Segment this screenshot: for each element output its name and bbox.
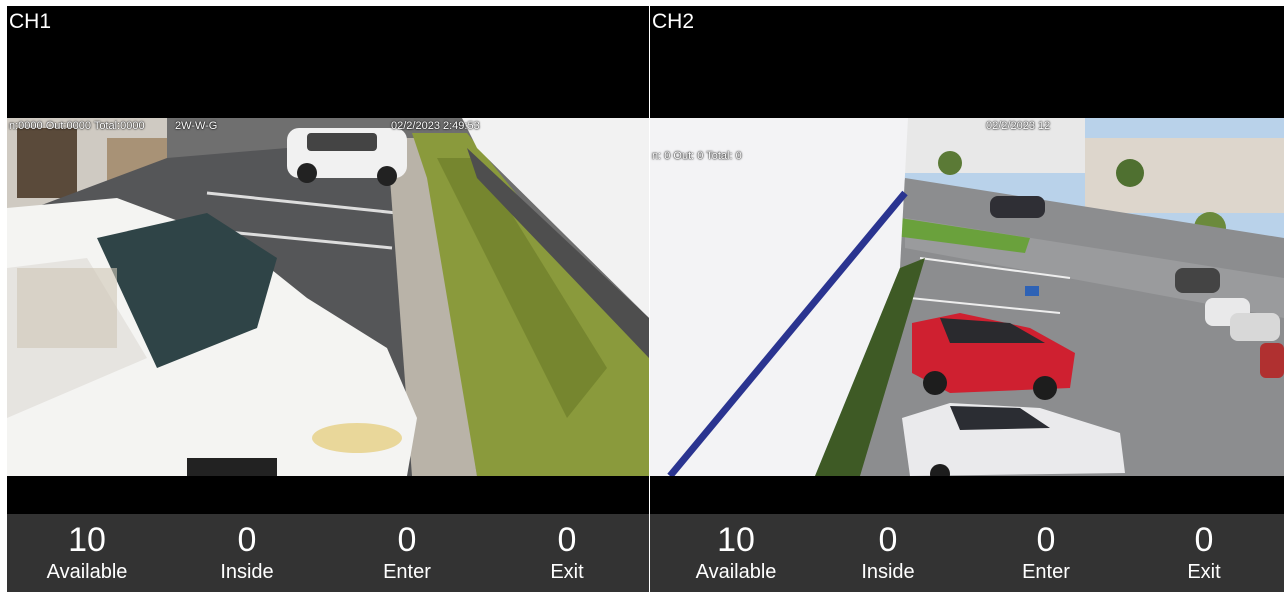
stat-label: Available — [695, 561, 777, 583]
stat-inside: 0 Inside — [167, 514, 327, 584]
stat-label: Available — [46, 561, 128, 583]
camera-feed-1-image — [7, 118, 649, 476]
channel-label: CH1 — [9, 10, 52, 33]
stat-value: 0 — [557, 521, 577, 559]
channel-1-tile[interactable]: CH1 n:0000 Out:0000 Total:0000 2W-W-G 02… — [7, 6, 649, 592]
stats-bar: 10 Available 0 Inside 0 Enter 0 Exit — [7, 514, 649, 592]
stat-value: 0 — [237, 521, 257, 559]
dvr-multiview: CH1 n:0000 Out:0000 Total:0000 2W-W-G 02… — [0, 0, 1284, 592]
camera-feed-2[interactable]: n: 0 Out: 0 Total: 0 02/2/2023 12 — [650, 118, 1284, 476]
stat-value: 10 — [68, 521, 106, 559]
osd-datetime: 02/2/2023 12 — [986, 120, 1051, 132]
stat-value: 0 — [397, 521, 417, 559]
stat-label: Enter — [1022, 561, 1070, 583]
stat-available: 10 Available — [7, 514, 167, 584]
stat-available: 10 Available — [656, 514, 816, 584]
stat-value: 10 — [717, 521, 755, 559]
stat-label: Inside — [220, 561, 274, 583]
osd-counter: n: 0 Out: 0 Total: 0 — [652, 150, 742, 162]
channel-2-tile[interactable]: CH2 n: 0 Out: 0 Total: 0 02/2/2023 12 10… — [650, 6, 1284, 592]
stat-exit: 0 Exit — [1124, 514, 1284, 584]
stat-enter: 0 Enter — [966, 514, 1126, 584]
stat-enter: 0 Enter — [327, 514, 487, 584]
osd-counter: n:0000 Out:0000 Total:0000 — [9, 120, 145, 132]
camera-feed-2-image — [650, 118, 1284, 476]
stat-exit: 0 Exit — [487, 514, 647, 584]
stat-value: 0 — [1194, 521, 1214, 559]
osd-datetime: 02/2/2023 2:49:53 — [391, 120, 480, 132]
osd-camera-name: 2W-W-G — [175, 120, 218, 132]
stat-value: 0 — [878, 521, 898, 559]
stat-label: Inside — [861, 561, 915, 583]
stat-value: 0 — [1036, 521, 1056, 559]
channel-label: CH2 — [652, 10, 695, 33]
stat-label: Exit — [1187, 561, 1221, 583]
stat-label: Enter — [383, 561, 431, 583]
stats-bar: 10 Available 0 Inside 0 Enter 0 Exit — [650, 514, 1284, 592]
stat-label: Exit — [550, 561, 584, 583]
stat-inside: 0 Inside — [808, 514, 968, 584]
camera-feed-1[interactable]: n:0000 Out:0000 Total:0000 2W-W-G 02/2/2… — [7, 118, 649, 476]
